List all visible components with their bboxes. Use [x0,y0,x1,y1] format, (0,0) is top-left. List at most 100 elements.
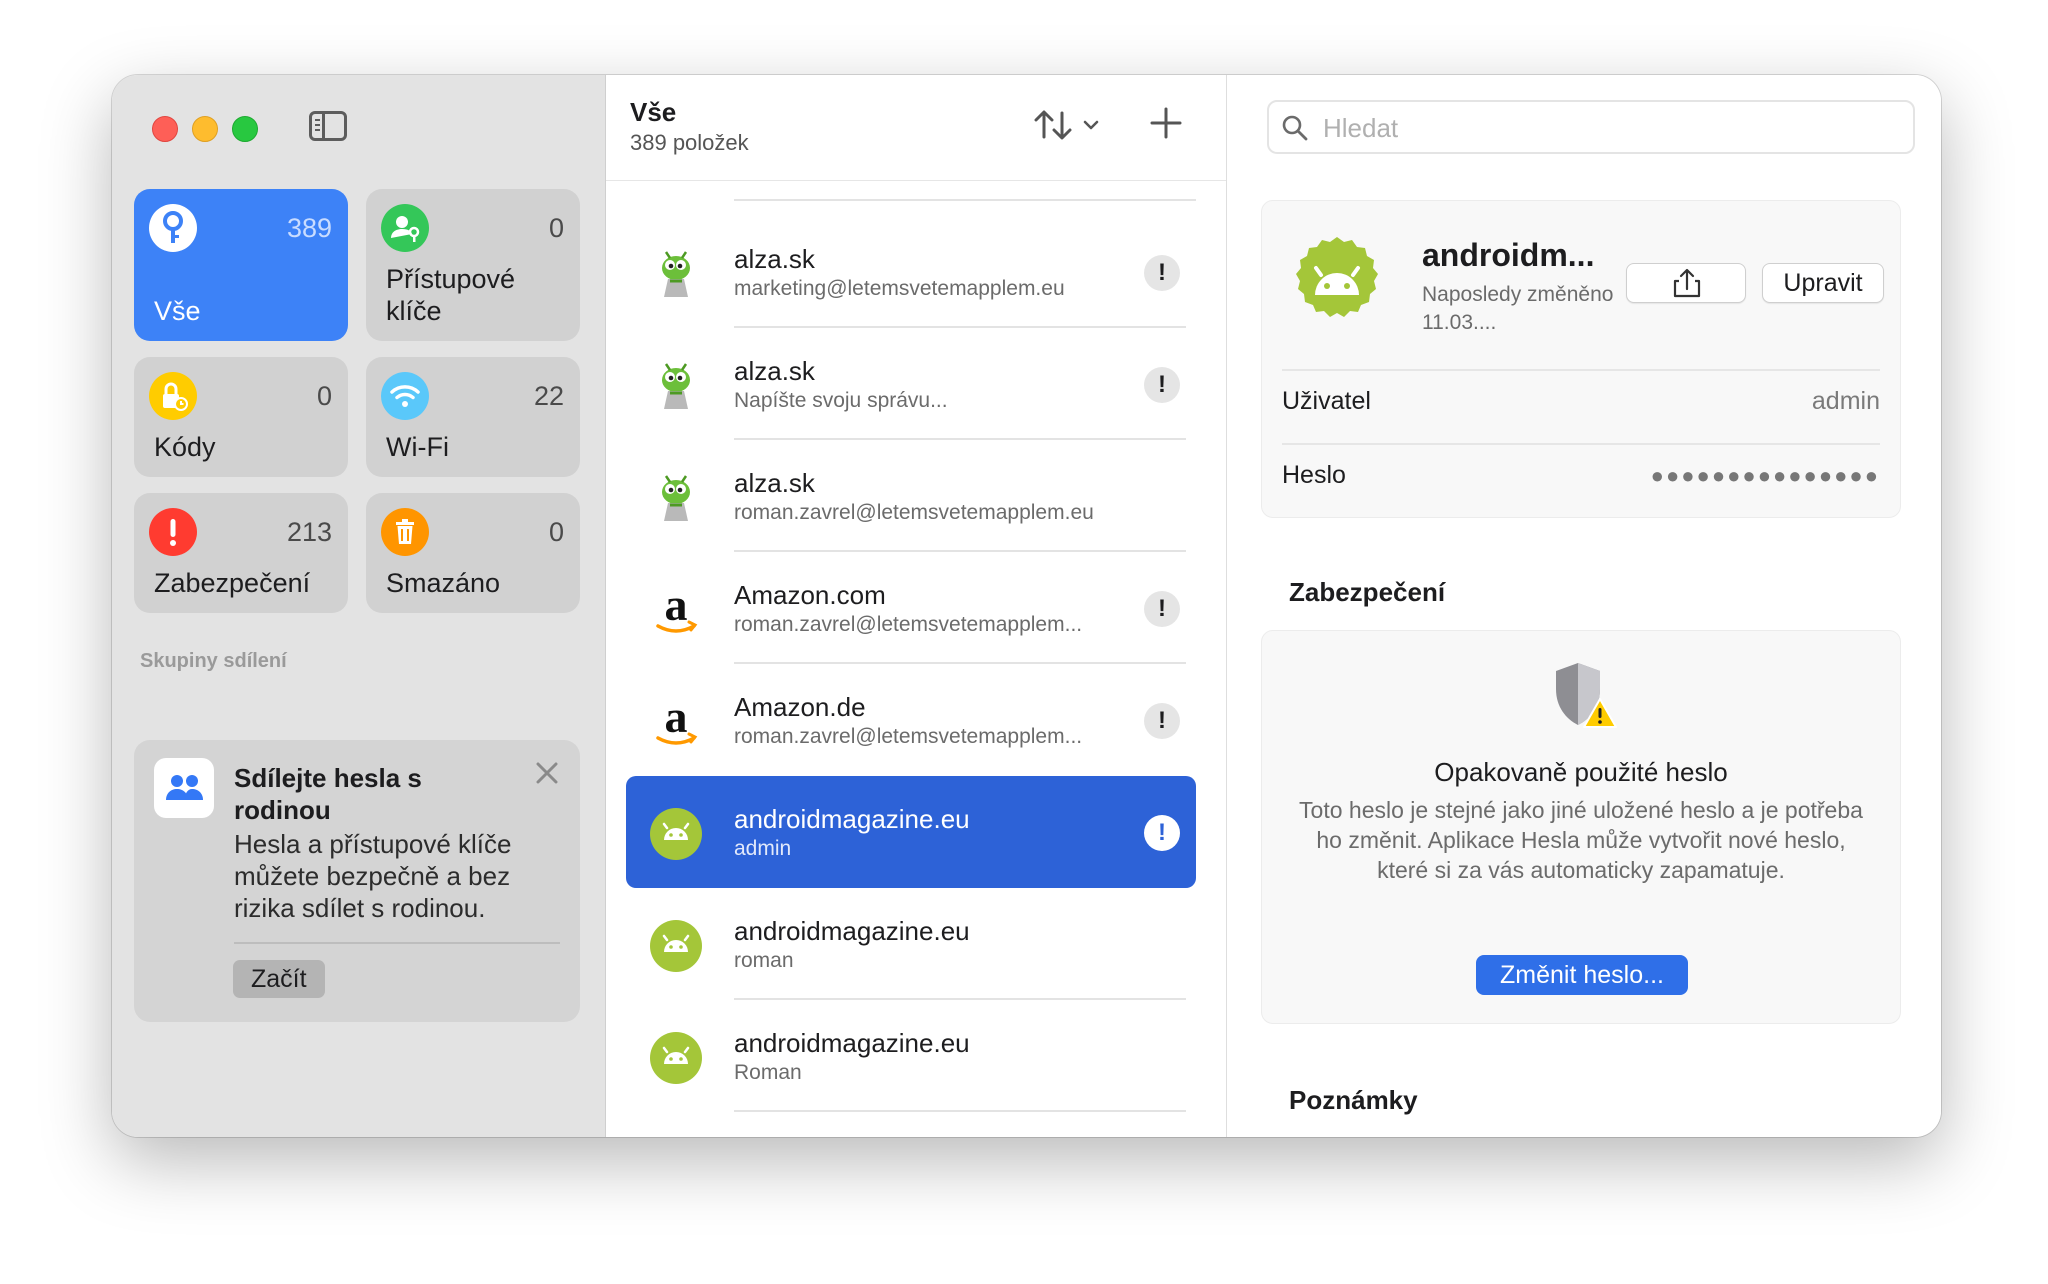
edit-button[interactable]: Upravit [1762,263,1884,303]
list-item[interactable]: a Amazon.de roman.zavrel@letemsvetemappl… [626,664,1196,776]
shield-warning-icon [1552,659,1618,731]
item-title: Amazon.de [734,692,866,722]
security-heading: Zabezpečení [1289,577,1446,607]
tile-deleted[interactable]: 0 Smazáno [366,493,580,613]
item-subtitle: roman [734,949,794,972]
android-icon [648,806,704,862]
warning-badge: ! [1144,591,1180,627]
tile-count: 389 [286,213,332,243]
username-label: Uživatel [1282,387,1371,415]
tile-label: Vše [154,296,201,326]
exclamation-icon [149,508,197,556]
tile-passkeys[interactable]: 0 Přístupové klíče [366,189,580,341]
start-sharing-button[interactable]: Začít [233,960,325,998]
item-title: androidmagazine.eu [734,916,970,946]
security-issue-title: Opakovaně použité heslo [1434,757,1728,787]
list-item[interactable]: alza.sk roman.zavrel@letemsvetemapplem.e… [626,440,1196,552]
zoom-window-button[interactable] [232,116,258,142]
tile-all[interactable]: 389 Vše [134,189,348,341]
android-icon [648,918,704,974]
share-button[interactable] [1626,263,1746,303]
alza-alien-icon [648,470,704,526]
sidebar-toggle-icon[interactable] [309,111,347,141]
tile-label: Zabezpečení [154,568,311,598]
tile-count: 0 [548,517,564,547]
sort-arrows-icon [1034,110,1099,140]
list-header: Vše 389 položek [606,75,1226,181]
android-icon [1288,235,1386,333]
detail-pane: androidm... Naposledy změněno 11.03.... … [1227,75,1941,1137]
item-title: Amazon.com [734,580,886,610]
tile-count: 0 [548,213,564,243]
search-input[interactable] [1321,108,1885,148]
list-count: 389 položek [630,130,749,155]
key-icon [149,204,197,252]
android-icon [648,1030,704,1086]
tile-codes[interactable]: 0 Kódy [134,357,348,477]
list-item-selected[interactable]: androidmagazine.eu admin ! [626,776,1196,888]
share-card-title: Sdílejte hesla s rodinou [234,763,422,825]
amazon-icon: a [648,579,704,638]
tile-label: Smazáno [386,568,501,598]
item-subtitle: marketing@letemsvetemapplem.eu [734,277,1065,300]
svg-text:a: a [665,694,688,742]
item-subtitle: roman.zavrel@letemsvetemapplem.eu [734,501,1094,524]
lock-clock-icon [149,372,197,420]
tile-count: 22 [533,381,564,411]
svg-text:a: a [665,582,688,630]
trash-icon [381,508,429,556]
passwords-window: 389 Vše 0 Přístupové klíče 0 Kódy 22 Wi-… [112,75,1941,1137]
family-icon [154,758,214,818]
amazon-icon: a [648,691,704,750]
item-title: alza.sk [734,244,815,274]
add-icon[interactable] [1146,103,1186,143]
divider [234,942,560,944]
list-item[interactable]: alza.sk Napíšte svoju správu... ! [626,328,1196,440]
list-item[interactable]: androidmagazine.eu Roman [626,1000,1196,1112]
close-icon[interactable] [532,758,562,788]
alza-alien-icon [648,358,704,414]
warning-badge: ! [1144,255,1180,291]
password-list: Vše 389 položek alza.sk marketing@letems… [606,75,1227,1137]
warning-badge: ! [1144,703,1180,739]
list-item[interactable]: a Amazon.com roman.zavrel@letemsvetemapp… [626,552,1196,664]
security-issue-body: Toto heslo je stejné jako jiné uložené h… [1299,797,1863,883]
item-subtitle: Napíšte svoju správu... [734,389,948,412]
minimize-window-button[interactable] [192,116,218,142]
item-title: alza.sk [734,356,815,386]
entry-title: androidm... [1422,237,1595,273]
item-subtitle: roman.zavrel@letemsvetemapplem... [734,725,1083,748]
person-key-icon [381,204,429,252]
sharing-groups-title: Skupiny sdílení [140,650,287,672]
warning-badge: ! [1144,815,1180,851]
sidebar: 389 Vše 0 Přístupové klíče 0 Kódy 22 Wi-… [112,75,606,1137]
tile-count: 0 [316,381,332,411]
divider [734,1110,1186,1112]
close-window-button[interactable] [152,116,178,142]
item-subtitle: admin [734,837,792,860]
list-item[interactable]: alza.sk marketing@letemsvetemapplem.eu ! [626,216,1196,328]
entry-card: androidm... Naposledy změněno 11.03.... … [1261,200,1901,518]
item-title: androidmagazine.eu [734,1028,970,1058]
share-icon [1673,268,1701,298]
item-subtitle: roman.zavrel@letemsvetemapplem... [734,613,1083,636]
entry-last-modified: Naposledy změněno 11.03.... [1422,283,1614,334]
tile-label: Kódy [154,432,216,462]
item-title: alza.sk [734,468,815,498]
tile-label: Přístupové klíče [386,264,516,326]
tile-security[interactable]: 213 Zabezpečení [134,493,348,613]
sort-button[interactable] [1030,105,1110,145]
username-value[interactable]: admin [1812,387,1880,416]
list-item[interactable]: androidmagazine.eu roman [626,888,1196,1000]
tile-wifi[interactable]: 22 Wi-Fi [366,357,580,477]
notes-heading: Poznámky [1289,1085,1418,1115]
divider [734,199,1196,201]
search-field[interactable] [1267,100,1915,154]
password-label: Heslo [1282,461,1346,489]
divider [1282,443,1880,445]
warning-badge: ! [1144,367,1180,403]
tile-label: Wi-Fi [386,432,449,462]
change-password-button[interactable]: Změnit heslo... [1476,955,1688,995]
password-value[interactable]: ●●●●●●●●●●●●●●● [1651,463,1880,489]
share-card-body: Hesla a přístupové klíče můžete bezpečně… [234,829,512,923]
